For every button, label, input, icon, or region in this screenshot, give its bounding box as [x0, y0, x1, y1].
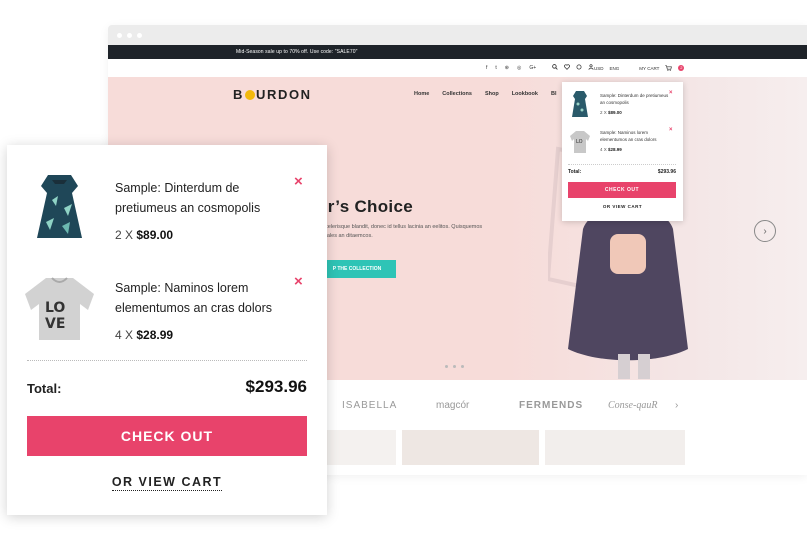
nav-item-lookbook[interactable]: Lookbook: [512, 91, 538, 97]
window-dot: [127, 32, 132, 38]
mini-item-price: $89.00: [608, 110, 622, 115]
view-cart-row: OR VIEW CART: [7, 473, 327, 491]
mini-total-value: $293.96: [657, 169, 676, 175]
shop-collection-button[interactable]: P THE COLLECTION: [318, 260, 396, 278]
cart-item-qty-text: 2 X: [115, 228, 137, 242]
slider-dots: [445, 365, 464, 368]
nav-item-blog[interactable]: Bl: [551, 91, 557, 97]
cart-icon[interactable]: [665, 65, 673, 71]
sweater-thumbnail[interactable]: LO: [570, 127, 590, 155]
slider-dot[interactable]: [445, 365, 448, 368]
utility-right: USD ENG MY CART 2: [594, 65, 685, 71]
brand-logo[interactable]: magcór: [436, 400, 469, 411]
cart-item: LO VE Sample: Naminos lorem elementumos …: [22, 270, 312, 350]
brand-logo[interactable]: FERMENDS: [519, 400, 583, 411]
dress-thumbnail[interactable]: [570, 90, 590, 118]
dress-product-image[interactable]: [22, 170, 97, 245]
stage: Mid-Season sale up to 70% off. Use code:…: [0, 0, 807, 550]
utility-bar: f t ⊛ ◎ G+ USD ENG MY CART 2: [108, 59, 807, 77]
cart-item: Sample: Dinterdum de pretiumeus an cosmo…: [22, 170, 312, 250]
remove-icon[interactable]: ×: [669, 127, 673, 133]
remove-icon[interactable]: ×: [669, 90, 673, 96]
cart-item-price: $89.00: [136, 228, 174, 242]
nav-item-shop[interactable]: Shop: [485, 91, 499, 97]
divider: [27, 360, 307, 361]
nav-item-collections[interactable]: Collections: [442, 91, 472, 97]
instagram-icon[interactable]: ◎: [517, 65, 521, 71]
hero-description: s scelerisque blandit, donec id tellus l…: [318, 224, 483, 239]
sweater-product-image[interactable]: LO VE: [22, 270, 97, 345]
logo-o-icon: [245, 90, 255, 100]
chevron-right-icon[interactable]: ›: [754, 220, 776, 242]
mini-view-cart-link[interactable]: OR VIEW CART: [562, 204, 683, 209]
logo-text-start: B: [233, 87, 244, 102]
brand-logo[interactable]: Conse-qauR: [608, 400, 657, 411]
mini-item-name[interactable]: Sample: Dinterdum de pretiumeus an cosmo…: [600, 92, 670, 106]
pinterest-icon[interactable]: ⊛: [505, 65, 509, 71]
slider-dot[interactable]: [453, 365, 456, 368]
svg-text:LO: LO: [45, 300, 65, 316]
mini-cart-dropdown: Sample: Dinterdum de pretiumeus an cosmo…: [562, 82, 683, 221]
hero-title: er’s Choice: [318, 197, 413, 216]
cart-count-badge: 2: [678, 65, 685, 71]
svg-text:VE: VE: [45, 316, 65, 332]
product-thumbnail[interactable]: [326, 430, 396, 465]
total-label: Total:: [27, 381, 62, 396]
mini-total-row: Total: $293.96: [568, 169, 676, 175]
twitter-icon[interactable]: t: [495, 65, 496, 71]
mini-item-qty-text: 2 X: [600, 110, 609, 115]
currency-select[interactable]: USD: [594, 66, 604, 71]
slider-dot[interactable]: [461, 365, 464, 368]
total-value: $293.96: [245, 377, 307, 396]
remove-item-icon[interactable]: ×: [294, 274, 303, 289]
google-plus-icon[interactable]: G+: [529, 65, 536, 71]
compare-icon[interactable]: [576, 64, 582, 70]
cart-item-name[interactable]: Sample: Dinterdum de pretiumeus an cosmo…: [115, 178, 290, 218]
product-thumbnails: [326, 430, 685, 465]
promo-bar: Mid-Season sale up to 70% off. Use code:…: [108, 45, 807, 59]
remove-item-icon[interactable]: ×: [294, 174, 303, 189]
heart-icon[interactable]: [564, 64, 570, 70]
product-thumbnail[interactable]: [402, 430, 539, 465]
cart-item-qty: 2 X $89.00: [115, 228, 173, 242]
facebook-icon[interactable]: f: [486, 65, 487, 71]
mini-cart-item: LO Sample: Naminos lorem elementumos an …: [570, 127, 680, 161]
cart-item-qty: 4 X $28.99: [115, 328, 173, 342]
window-dot: [137, 32, 142, 38]
svg-text:LO: LO: [576, 139, 583, 145]
mini-item-qty: 2 X $89.00: [600, 110, 622, 115]
mini-total-label: Total:: [568, 169, 582, 175]
mini-checkout-button[interactable]: CHECK OUT: [568, 182, 676, 198]
mini-item-name[interactable]: Sample: Naminos lorem elementumos an cra…: [600, 129, 670, 143]
divider: [568, 164, 676, 165]
cart-popup: Sample: Dinterdum de pretiumeus an cosmo…: [7, 145, 327, 515]
language-select[interactable]: ENG: [610, 66, 620, 71]
site-logo[interactable]: B URDON: [233, 87, 312, 102]
my-cart-link[interactable]: MY CART: [639, 66, 659, 71]
browser-chrome: [108, 25, 807, 45]
nav-item-home[interactable]: Home: [414, 91, 429, 97]
social-links: f t ⊛ ◎ G+: [486, 65, 536, 71]
chevron-right-icon[interactable]: ›: [675, 400, 678, 411]
main-nav: Home Collections Shop Lookbook Bl: [414, 91, 556, 97]
mini-item-qty-text: 4 X: [600, 147, 609, 152]
checkout-button[interactable]: CHECK OUT: [27, 416, 307, 456]
cart-item-price: $28.99: [136, 328, 174, 342]
cart-item-qty-text: 4 X: [115, 328, 137, 342]
utility-tools: [552, 64, 594, 70]
search-icon[interactable]: [552, 64, 558, 70]
logo-text-end: URDON: [256, 87, 312, 102]
brand-logo[interactable]: ISABELLA: [342, 400, 397, 411]
view-cart-link[interactable]: OR VIEW CART: [111, 475, 223, 491]
mini-item-price: $28.99: [608, 147, 622, 152]
product-thumbnail[interactable]: [545, 430, 685, 465]
mini-item-qty: 4 X $28.99: [600, 147, 622, 152]
mini-cart-item: Sample: Dinterdum de pretiumeus an cosmo…: [570, 90, 680, 124]
window-dot: [117, 32, 122, 38]
cart-item-name[interactable]: Sample: Naminos lorem elementumos an cra…: [115, 278, 290, 318]
